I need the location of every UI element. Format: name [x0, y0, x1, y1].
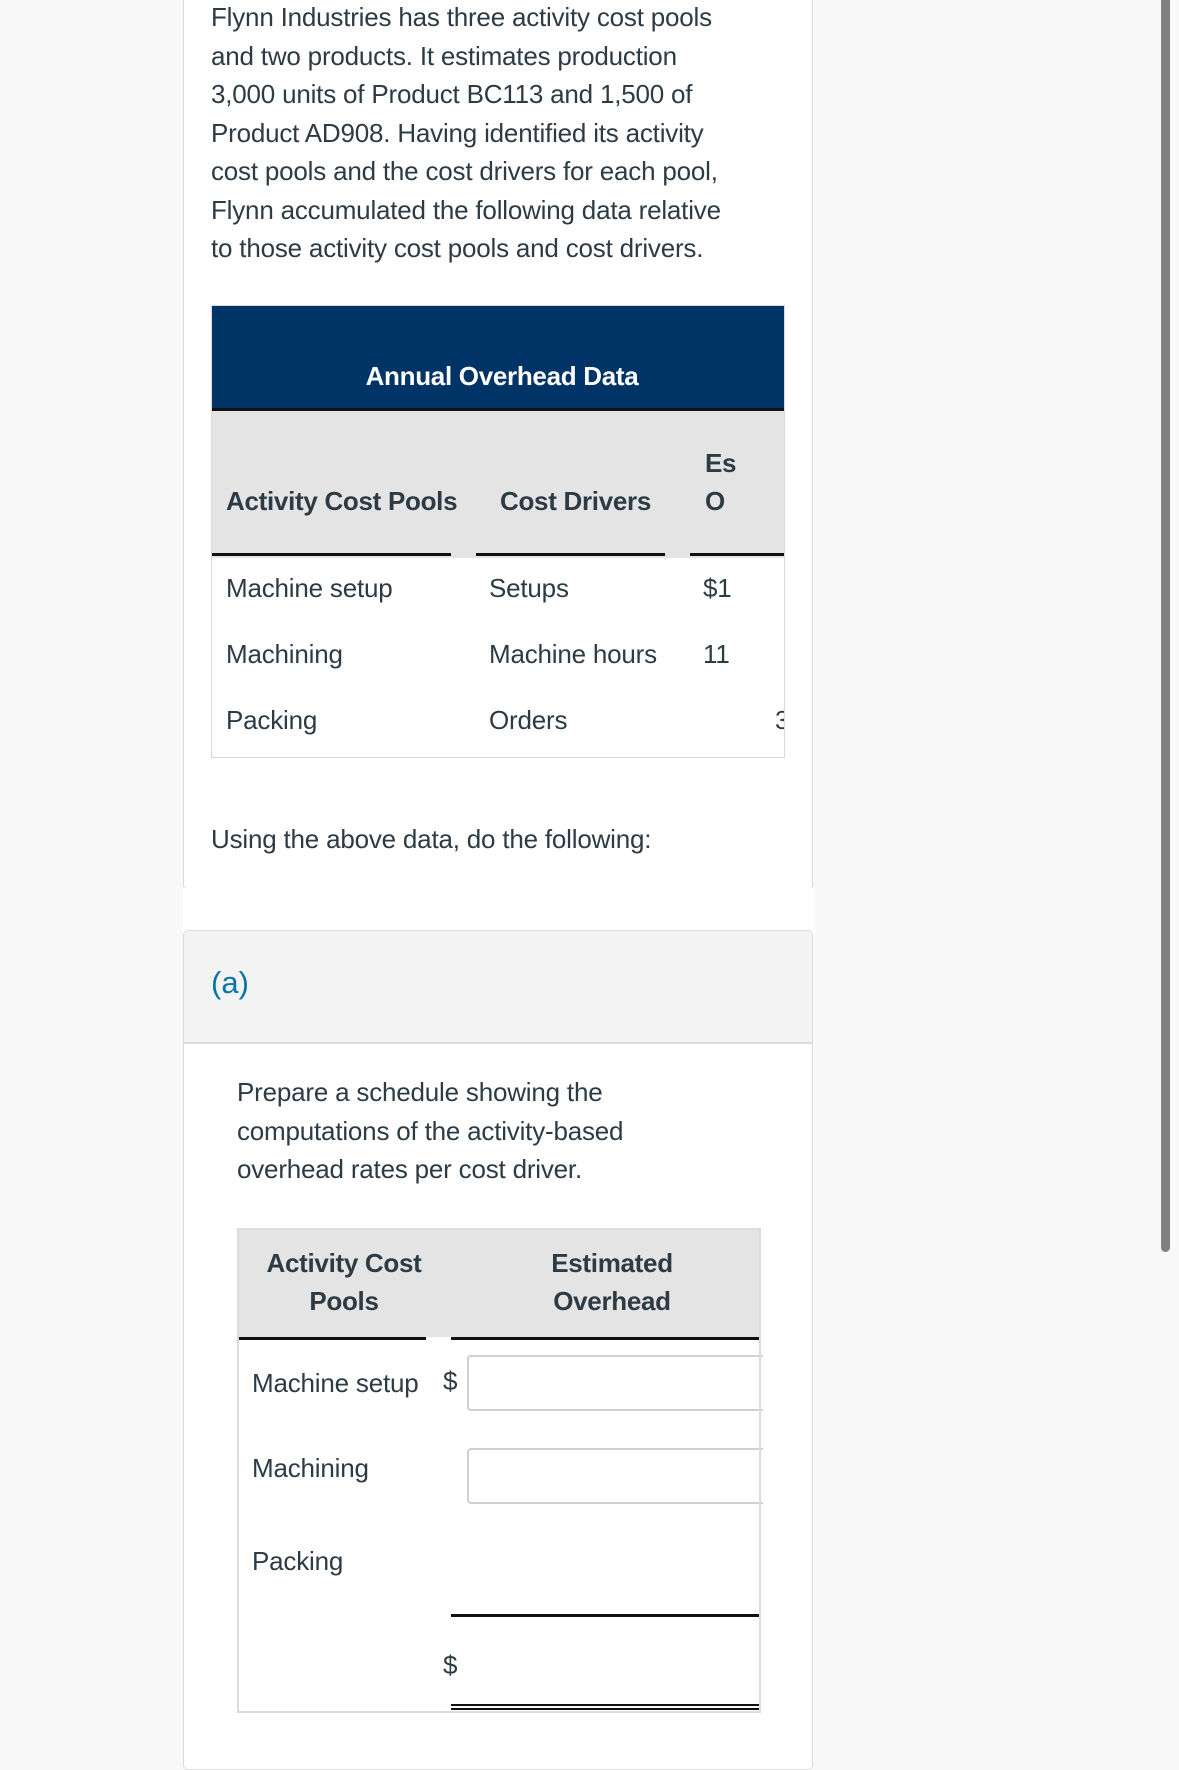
- header-underline: [476, 553, 665, 556]
- schedule-table-clip-edge: [759, 1228, 761, 1713]
- table-title: Annual Overhead Data: [365, 361, 639, 391]
- row-driver: Machine hours: [489, 639, 657, 669]
- question-intro: Flynn Industries has three activity cost…: [211, 0, 781, 268]
- header-line: Activity Cost: [266, 1248, 422, 1278]
- row-overhead: 3: [775, 705, 784, 736]
- total-double-underline: [451, 1708, 761, 1710]
- instruction-line: computations of the activity-based: [237, 1115, 624, 1146]
- header-underline: [212, 553, 451, 556]
- column-header-drivers: Cost Drivers: [500, 486, 652, 516]
- machine-setup-overhead-input[interactable]: [467, 1355, 763, 1411]
- followup-instruction: Using the above data, do the following:: [211, 824, 652, 854]
- header-underline: [690, 553, 784, 556]
- row-driver: Orders: [489, 705, 568, 735]
- total-double-underline: [451, 1704, 761, 1706]
- annual-overhead-table: Annual Overhead Data Activity Cost Pools…: [211, 305, 785, 758]
- schedule-header-pools: Activity Cost Pools: [239, 1244, 449, 1320]
- subtotal-line: [451, 1614, 761, 1617]
- column-header-pools: Activity Cost Pools: [226, 486, 458, 516]
- schedule-row-pool: Machining: [252, 1453, 369, 1483]
- total-dollar-sign: $: [443, 1650, 458, 1680]
- header-line: Estimated: [551, 1248, 673, 1278]
- row-overhead: 11: [703, 639, 730, 669]
- header-line: Pools: [309, 1286, 379, 1316]
- row-pool: Machining: [226, 639, 343, 669]
- instruction-line: overhead rates per cost driver.: [237, 1154, 582, 1184]
- intro-line: 3,000 units of Product BC113 and 1,500 o…: [211, 79, 693, 109]
- intro-line: to those activity cost pools and cost dr…: [211, 233, 704, 263]
- part-label: (a): [211, 965, 249, 1000]
- row-driver: Setups: [489, 573, 569, 603]
- header-line: Overhead: [553, 1286, 671, 1316]
- schedule-row-pool: Packing: [252, 1546, 344, 1576]
- row-pool: Packing: [226, 705, 318, 735]
- header-underline: [239, 1337, 426, 1340]
- intro-line: Product AD908. Having identified its act…: [211, 117, 704, 148]
- card-separator: [183, 888, 815, 934]
- column-header-overhead-line2: O: [705, 486, 725, 516]
- scrollbar-thumb[interactable]: [1161, 0, 1170, 1252]
- intro-line: and two products. It estimates productio…: [211, 40, 677, 71]
- instruction-line: Prepare a schedule showing the: [237, 1077, 603, 1107]
- header-underline: [451, 1337, 761, 1340]
- dollar-sign: $: [443, 1366, 458, 1396]
- row-overhead: $1: [703, 573, 732, 603]
- machining-overhead-input[interactable]: [467, 1448, 763, 1504]
- row-pool: Machine setup: [226, 573, 393, 603]
- intro-line: Flynn accumulated the following data rel…: [211, 194, 721, 225]
- schedule-header-overhead: Estimated Overhead: [501, 1244, 723, 1320]
- part-a-instruction: Prepare a schedule showing the computati…: [237, 1073, 697, 1189]
- table-title-bar: Annual Overhead Data: [212, 306, 784, 411]
- part-a-header: (a): [184, 931, 812, 1044]
- intro-line: Flynn Industries has three activity cost…: [211, 2, 712, 32]
- column-header-row: [212, 411, 784, 558]
- intro-line: cost pools and the cost drivers for each…: [211, 156, 718, 186]
- overhead-schedule-table: Activity Cost Pools Estimated Overhead M…: [237, 1228, 763, 1713]
- schedule-row-pool: Machine setup: [252, 1368, 419, 1398]
- column-header-overhead-line1: Es: [705, 448, 737, 478]
